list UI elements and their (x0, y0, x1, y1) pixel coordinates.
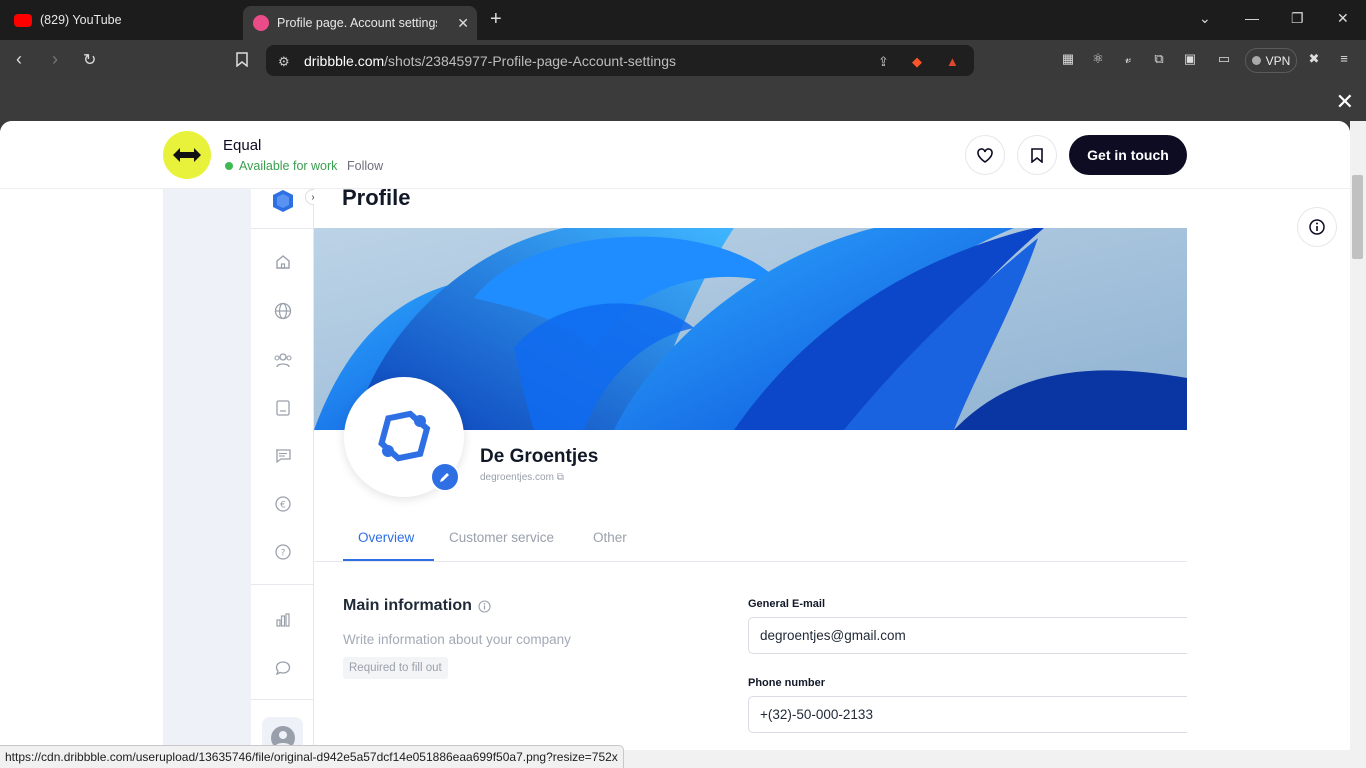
info-icon (1309, 219, 1325, 235)
save-button[interactable] (1017, 135, 1057, 175)
tab-other[interactable]: Other (593, 530, 627, 545)
window-close-icon[interactable]: ✕ (1337, 10, 1349, 27)
section-title-text: Main information (343, 597, 472, 614)
vpn-label: VPN (1265, 53, 1291, 68)
sidebar-divider (251, 699, 314, 700)
wallet-icon[interactable]: ▭ (1216, 51, 1232, 67)
status-dot-icon (225, 162, 233, 170)
company-domain: degroentjes.com (480, 472, 554, 483)
section-title: Main information (343, 597, 491, 615)
edit-avatar-button[interactable] (430, 462, 460, 492)
email-field[interactable]: degroentjes@gmail.com (748, 617, 1187, 654)
message-icon[interactable] (273, 446, 293, 466)
dribbble-icon (253, 15, 269, 31)
forward-icon[interactable]: › (52, 49, 58, 70)
bookmark-icon[interactable] (236, 52, 248, 70)
tabs-divider (314, 561, 1187, 562)
tab-search-icon[interactable]: ⌄ (1199, 10, 1211, 27)
close-tab-icon[interactable]: ✕ (457, 15, 469, 32)
extension-v-icon[interactable]: 𝓋 (1120, 51, 1136, 67)
external-link-icon: ⧉ (556, 472, 564, 483)
status-bar-url: https://cdn.dribbble.com/userupload/1363… (0, 745, 624, 768)
brave-shield-icon[interactable]: ◆ (912, 54, 922, 70)
svg-text:€: € (280, 501, 286, 511)
home-icon[interactable] (273, 252, 293, 272)
tab-youtube[interactable]: (829) YouTube (6, 6, 236, 34)
pencil-icon (440, 473, 449, 482)
document-icon[interactable] (273, 398, 293, 418)
bookmark-icon (1031, 147, 1043, 163)
new-tab-button[interactable]: + (490, 9, 502, 29)
help-icon[interactable]: ? (273, 542, 293, 562)
menu-icon[interactable]: ≡ (1336, 51, 1352, 67)
equal-logo[interactable] (163, 131, 211, 179)
section-description: Write information about your company (343, 632, 571, 647)
company-logo-icon (378, 410, 431, 462)
qr-code-icon[interactable]: ▦ (1060, 51, 1076, 67)
sidebar-divider (251, 584, 314, 585)
chart-icon[interactable] (273, 610, 293, 630)
designer-name[interactable]: Equal (223, 137, 261, 154)
scrollbar-thumb[interactable] (1352, 175, 1363, 259)
modal-backdrop: ✕ (0, 81, 1366, 121)
restore-icon[interactable]: ❐ (1291, 10, 1304, 27)
app-logo-icon (270, 188, 296, 214)
shot-details-button[interactable] (1297, 207, 1337, 247)
shot-modal: › € ? Profile De Groentjes degroentjes.c… (0, 121, 1350, 768)
browser-tabbar: (829) YouTube Profile page. Account sett… (0, 0, 1366, 40)
required-badge: Required to fill out (343, 657, 448, 679)
follow-link[interactable]: Follow (347, 159, 383, 173)
availability-status: Available for work (225, 159, 337, 173)
info-icon[interactable] (478, 599, 491, 613)
euro-icon[interactable]: € (273, 494, 293, 514)
tab-customer-service[interactable]: Customer service (449, 530, 554, 545)
phone-field[interactable]: +(32)-50-000-2133 (748, 696, 1187, 733)
sidebar-divider (251, 228, 314, 229)
active-tab-indicator (343, 559, 434, 561)
minimize-icon[interactable]: — (1245, 10, 1259, 26)
react-icon[interactable]: ⚛ (1090, 51, 1106, 67)
double-arrow-icon (173, 148, 201, 162)
site-settings-icon[interactable]: ⚙ (278, 54, 290, 70)
browser-toolbar: ‹ › ↻ ⚙ dribbble.com/shots/23845977-Prof… (0, 40, 1366, 81)
tab-title: Profile page. Account settings b (277, 16, 437, 30)
extensions-icon[interactable]: ⧉ (1151, 51, 1167, 67)
leo-ai-icon[interactable]: ✖ (1306, 51, 1322, 67)
share-icon[interactable]: ⇪ (878, 54, 889, 70)
url-path: /shots/23845977-Profile-page-Account-set… (384, 52, 676, 69)
get-in-touch-button[interactable]: Get in touch (1069, 135, 1187, 175)
tab-title: (829) YouTube (40, 13, 122, 27)
url-host: dribbble.com (304, 52, 385, 69)
address-bar[interactable]: ⚙ dribbble.com/shots/23845977-Profile-pa… (266, 45, 974, 76)
users-icon[interactable] (273, 350, 293, 370)
modal-close-icon[interactable]: ✕ (1336, 89, 1354, 115)
phone-label: Phone number (748, 677, 826, 689)
designer-header: Equal Available for work Follow Get in t… (0, 121, 1350, 189)
tab-overview[interactable]: Overview (358, 530, 414, 545)
chat-icon[interactable] (273, 658, 293, 678)
globe-icon[interactable] (273, 301, 293, 321)
youtube-icon (14, 13, 32, 27)
brave-rewards-icon[interactable]: ▲ (946, 54, 959, 69)
company-domain-link[interactable]: degroentjes.com ⧉ (480, 472, 564, 483)
vpn-status-icon (1251, 56, 1261, 65)
availability-label: Available for work (239, 159, 338, 173)
tab-dribbble[interactable]: Profile page. Account settings b ✕ (243, 6, 477, 40)
back-icon[interactable]: ‹ (16, 49, 22, 70)
vpn-button[interactable]: VPN (1245, 48, 1297, 73)
reload-icon[interactable]: ↻ (83, 50, 96, 70)
like-button[interactable] (965, 135, 1005, 175)
sidebar-icon[interactable]: ▣ (1182, 51, 1198, 67)
company-name: De Groentjes (480, 446, 599, 467)
heart-icon (977, 147, 993, 163)
svg-text:?: ? (281, 549, 286, 559)
email-label: General E-mail (748, 598, 826, 610)
